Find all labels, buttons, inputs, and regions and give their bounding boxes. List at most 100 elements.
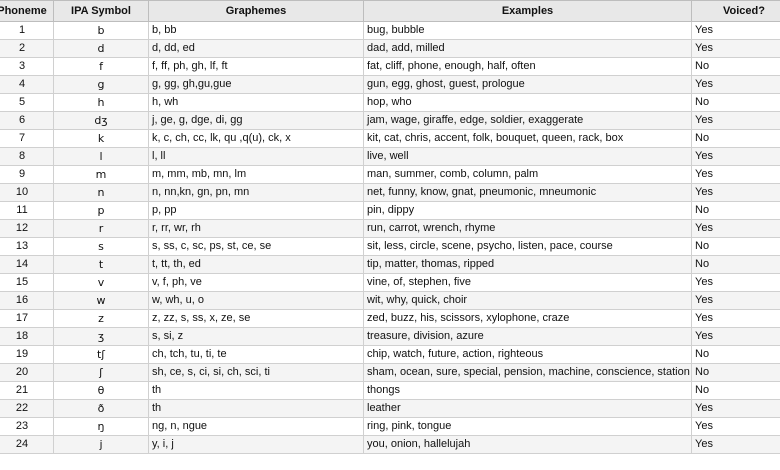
cell-voiced: Yes (691, 165, 780, 184)
cell-phoneme-number: 21 (0, 381, 54, 400)
cell-phoneme-number: 6 (0, 111, 54, 130)
table-row: 19 tʃ ch, tch, tu, ti, te chip, watch, futu… (0, 345, 780, 364)
table-row: 13 s s, ss, c, sc, ps, st, ce, se sit, less… (0, 237, 780, 256)
cell-ipa-symbol: w (53, 291, 149, 310)
cell-graphemes: g, gg, gh,gu,gue (148, 75, 364, 94)
cell-voiced: No (691, 237, 780, 256)
cell-voiced: No (691, 381, 780, 400)
cell-voiced: Yes (691, 273, 780, 292)
cell-voiced: No (691, 363, 780, 382)
cell-ipa-symbol: θ (53, 381, 149, 400)
cell-examples: fat, cliff, phone, enough, half, often (363, 57, 692, 76)
cell-examples: sham, ocean, sure, special, pension, mac… (363, 363, 692, 382)
cell-graphemes: s, ss, c, sc, ps, st, ce, se (148, 237, 364, 256)
cell-ipa-symbol: n (53, 183, 149, 202)
cell-phoneme-number: 16 (0, 291, 54, 310)
table-row: 15 v v, f, ph, ve vine, of, stephen, five Ye… (0, 273, 780, 292)
cell-voiced: No (691, 129, 780, 148)
cell-examples: dad, add, milled (363, 39, 692, 58)
cell-phoneme-number: 18 (0, 327, 54, 346)
cell-ipa-symbol: b (53, 21, 149, 40)
cell-phoneme-number: 10 (0, 183, 54, 202)
cell-voiced: No (691, 57, 780, 76)
cell-voiced: Yes (691, 39, 780, 58)
cell-graphemes: r, rr, wr, rh (148, 219, 364, 238)
cell-ipa-symbol: ʒ (53, 327, 149, 346)
cell-ipa-symbol: g (53, 75, 149, 94)
cell-ipa-symbol: r (53, 219, 149, 238)
cell-phoneme-number: 22 (0, 399, 54, 418)
cell-voiced: Yes (691, 75, 780, 94)
phoneme-table-viewport: Phoneme IPA Symbol Graphemes Examples Vo… (0, 0, 780, 470)
cell-examples: treasure, division, azure (363, 327, 692, 346)
cell-graphemes: m, mm, mb, mn, lm (148, 165, 364, 184)
table-row: 10 n n, nn,kn, gn, pn, mn net, funny, know,… (0, 183, 780, 202)
cell-phoneme-number: 12 (0, 219, 54, 238)
cell-graphemes: t, tt, th, ed (148, 255, 364, 274)
cell-voiced: Yes (691, 219, 780, 238)
header-phoneme: Phoneme (0, 0, 54, 22)
table-row: 24 j y, i, j you, onion, hallelujah Yes (0, 435, 780, 454)
cell-voiced: Yes (691, 291, 780, 310)
table-row: 3 f f, ff, ph, gh, lf, ft fat, cliff, phone… (0, 57, 780, 76)
cell-voiced: Yes (691, 417, 780, 436)
cell-ipa-symbol: l (53, 147, 149, 166)
cell-graphemes: n, nn,kn, gn, pn, mn (148, 183, 364, 202)
cell-phoneme-number: 8 (0, 147, 54, 166)
cell-ipa-symbol: ð (53, 399, 149, 418)
cell-graphemes: f, ff, ph, gh, lf, ft (148, 57, 364, 76)
cell-voiced: No (691, 255, 780, 274)
cell-graphemes: d, dd, ed (148, 39, 364, 58)
cell-graphemes: v, f, ph, ve (148, 273, 364, 292)
cell-voiced: Yes (691, 327, 780, 346)
cell-examples: ring, pink, tongue (363, 417, 692, 436)
cell-examples: net, funny, know, gnat, pneumonic, mneum… (363, 183, 692, 202)
cell-phoneme-number: 17 (0, 309, 54, 328)
table-row: 5 h h, wh hop, who No (0, 93, 780, 112)
table-row: 23 ŋ ng, n, ngue ring, pink, tongue Yes (0, 417, 780, 436)
cell-ipa-symbol: p (53, 201, 149, 220)
cell-phoneme-number: 15 (0, 273, 54, 292)
cell-examples: jam, wage, giraffe, edge, soldier, exagg… (363, 111, 692, 130)
table-header-row: Phoneme IPA Symbol Graphemes Examples Vo… (0, 0, 780, 22)
table-row: 8 l l, ll live, well Yes (0, 147, 780, 166)
cell-ipa-symbol: v (53, 273, 149, 292)
cell-voiced: Yes (691, 399, 780, 418)
cell-graphemes: th (148, 381, 364, 400)
cell-phoneme-number: 24 (0, 435, 54, 454)
cell-graphemes: ch, tch, tu, ti, te (148, 345, 364, 364)
cell-ipa-symbol: t (53, 255, 149, 274)
cell-phoneme-number: 5 (0, 93, 54, 112)
table-row: 11 p p, pp pin, dippy No (0, 201, 780, 220)
cell-ipa-symbol: k (53, 129, 149, 148)
cell-voiced: No (691, 201, 780, 220)
cell-examples: kit, cat, chris, accent, folk, bouquet, … (363, 129, 692, 148)
cell-examples: pin, dippy (363, 201, 692, 220)
cell-graphemes: j, ge, g, dge, di, gg (148, 111, 364, 130)
cell-examples: zed, buzz, his, scissors, xylophone, cra… (363, 309, 692, 328)
cell-graphemes: z, zz, s, ss, x, ze, se (148, 309, 364, 328)
cell-voiced: Yes (691, 183, 780, 202)
cell-examples: bug, bubble (363, 21, 692, 40)
cell-ipa-symbol: h (53, 93, 149, 112)
cell-examples: you, onion, hallelujah (363, 435, 692, 454)
header-voiced: Voiced? (691, 0, 780, 22)
cell-voiced: No (691, 345, 780, 364)
cell-phoneme-number: 2 (0, 39, 54, 58)
cell-graphemes: y, i, j (148, 435, 364, 454)
cell-ipa-symbol: m (53, 165, 149, 184)
header-graphemes: Graphemes (148, 0, 364, 22)
cell-ipa-symbol: j (53, 435, 149, 454)
cell-phoneme-number: 7 (0, 129, 54, 148)
table-body: 1 b b, bb bug, bubble Yes 2 d d, dd, ed dad, add… (0, 21, 780, 454)
cell-phoneme-number: 20 (0, 363, 54, 382)
table-row: 21 θ th thongs No (0, 381, 780, 400)
cell-graphemes: sh, ce, s, ci, si, ch, sci, ti (148, 363, 364, 382)
cell-graphemes: k, c, ch, cc, lk, qu ,q(u), ck, x (148, 129, 364, 148)
cell-graphemes: w, wh, u, o (148, 291, 364, 310)
cell-examples: thongs (363, 381, 692, 400)
cell-voiced: Yes (691, 435, 780, 454)
cell-examples: live, well (363, 147, 692, 166)
table-row: 1 b b, bb bug, bubble Yes (0, 21, 780, 40)
table-row: 2 d d, dd, ed dad, add, milled Yes (0, 39, 780, 58)
